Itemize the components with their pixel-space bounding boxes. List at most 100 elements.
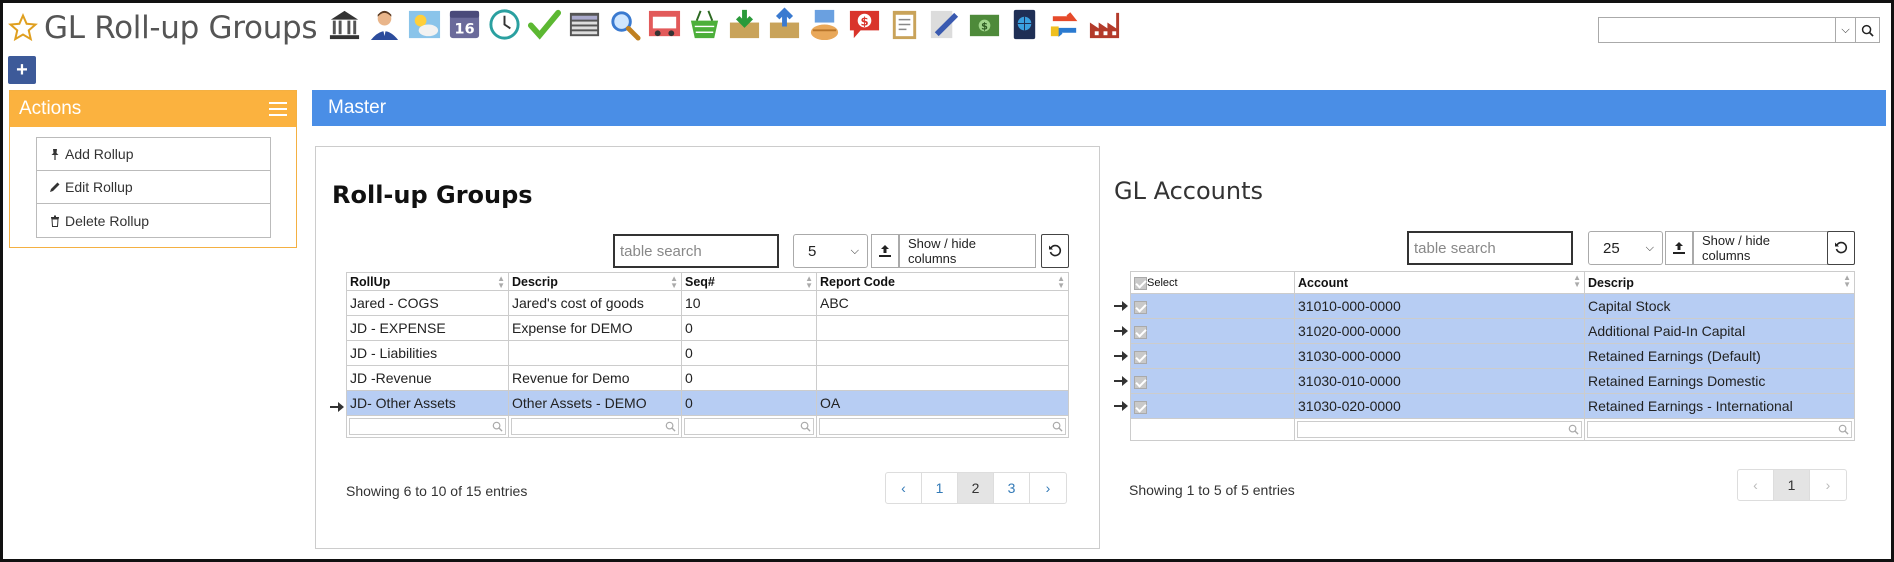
gl-page-size-select[interactable]: 25 ⌵ <box>1588 231 1663 265</box>
cell-account: 31030-020-0000 <box>1294 393 1585 419</box>
table-row[interactable]: 31020-000-0000 Additional Paid-In Capita… <box>1130 318 1855 344</box>
master-title: Master <box>328 97 387 118</box>
pagination-page-1[interactable]: 1 <box>1774 470 1810 500</box>
master-header: Master <box>312 90 1886 126</box>
gl-export-button[interactable] <box>1665 231 1693 265</box>
calendar-day-text: 16 <box>454 20 474 37</box>
checkmark-icon[interactable] <box>526 6 563 43</box>
sort-icon: ▲ ▼ <box>670 274 678 290</box>
table-row[interactable]: JD -Revenue Revenue for Demo 0 <box>346 365 1069 391</box>
gl-show-hide-columns-button[interactable]: Show / hide columns <box>1693 231 1830 265</box>
column-header-rollup[interactable]: RollUp ▲ ▼ <box>346 272 509 291</box>
truck-icon[interactable] <box>646 6 683 43</box>
passport-icon[interactable] <box>1006 6 1043 43</box>
user-icon[interactable] <box>366 6 403 43</box>
row-checkbox[interactable] <box>1134 375 1147 389</box>
search-icon <box>1052 421 1063 432</box>
basket-icon[interactable] <box>686 6 723 43</box>
row-pointer-arrow-icon <box>1114 351 1128 361</box>
pagination-prev[interactable]: ‹ <box>886 473 922 503</box>
pushpin-icon <box>51 149 59 160</box>
select-all-checkbox[interactable] <box>1134 276 1147 290</box>
filter-row <box>346 415 1069 438</box>
rollup-pagination: ‹ 1 2 3 › <box>885 472 1067 504</box>
weather-icon[interactable] <box>406 6 443 43</box>
factory-icon[interactable] <box>1086 6 1123 43</box>
actions-header: Actions <box>10 91 296 127</box>
page-header: GL Roll-up Groups <box>8 6 318 50</box>
filter-row <box>1130 418 1855 441</box>
clock-icon[interactable] <box>486 6 523 43</box>
table-row[interactable]: 31030-020-0000 Retained Earnings - Inter… <box>1130 393 1855 419</box>
column-header-account[interactable]: Account ▲ ▼ <box>1294 271 1585 294</box>
column-header-select[interactable]: Select <box>1130 271 1295 294</box>
delete-rollup-button[interactable]: Delete Rollup <box>37 204 270 237</box>
calendar-icon[interactable]: 16 <box>446 6 483 43</box>
search-icon <box>1861 24 1874 37</box>
rollup-page-size-select[interactable]: 5 ⌵ <box>793 234 868 268</box>
money-icon[interactable]: $ <box>966 6 1003 43</box>
table-row-selected[interactable]: JD- Other Assets Other Assets - DEMO 0 O… <box>346 390 1069 416</box>
cell-seq: 0 <box>681 340 817 366</box>
pagination-next[interactable]: › <box>1810 470 1846 500</box>
exchange-icon[interactable] <box>1046 6 1083 43</box>
bank-icon[interactable] <box>326 6 363 43</box>
filter-input-account[interactable] <box>1297 421 1582 438</box>
pagination-page-2[interactable]: 2 <box>958 473 994 503</box>
row-checkbox[interactable] <box>1134 300 1147 314</box>
global-search-input[interactable] <box>1599 18 1835 42</box>
column-header-seq[interactable]: Seq# ▲ ▼ <box>681 272 817 291</box>
reset-icon <box>1049 244 1062 257</box>
column-header-descrip[interactable]: Descrip ▲ ▼ <box>1584 271 1855 294</box>
pagination-page-1[interactable]: 1 <box>922 473 958 503</box>
rollup-reset-button[interactable] <box>1041 234 1069 268</box>
search-button[interactable] <box>1855 18 1879 42</box>
payment-hand-icon[interactable] <box>806 6 843 43</box>
hamburger-menu-icon[interactable] <box>269 102 287 116</box>
row-checkbox[interactable] <box>1134 400 1147 414</box>
rollup-export-button[interactable] <box>871 234 899 268</box>
clipboard-icon[interactable] <box>886 6 923 43</box>
dollar-chat-icon[interactable]: $ <box>846 6 883 43</box>
column-header-report-code[interactable]: Report Code ▲ ▼ <box>816 272 1069 291</box>
table-row[interactable]: Jared - COGS Jared's cost of goods 10 AB… <box>346 290 1069 316</box>
page-title: GL Roll-up Groups <box>44 10 318 46</box>
row-checkbox[interactable] <box>1134 325 1147 339</box>
pagination-prev[interactable]: ‹ <box>1738 470 1774 500</box>
pencil-doc-icon[interactable] <box>926 6 963 43</box>
table-row[interactable]: 31030-000-0000 Retained Earnings (Defaul… <box>1130 343 1855 369</box>
table-row[interactable]: JD - EXPENSE Expense for DEMO 0 <box>346 315 1069 341</box>
pagination-page-3[interactable]: 3 <box>994 473 1030 503</box>
search-dropdown-chevron-icon[interactable]: ⌵ <box>1835 18 1855 42</box>
gl-table-search[interactable] <box>1407 231 1573 265</box>
actions-panel: Actions Add Rollup Edit Rollup Delete Ro… <box>9 90 297 248</box>
filter-input-rollup[interactable] <box>349 418 506 435</box>
rollup-show-hide-columns-button[interactable]: Show / hide columns <box>899 234 1036 268</box>
gl-pagination: ‹ 1 › <box>1737 469 1847 501</box>
filter-input-seq[interactable] <box>684 418 814 435</box>
table-row[interactable]: 31030-010-0000 Retained Earnings Domesti… <box>1130 368 1855 394</box>
rollup-table-header: RollUp ▲ ▼ Descrip ▲ ▼ Seq# ▲ ▼ Report Code ▲ ▼ <box>346 272 1069 291</box>
magnifier-icon[interactable] <box>606 6 643 43</box>
filter-input-descrip[interactable] <box>511 418 679 435</box>
favorite-star-icon[interactable] <box>8 13 38 43</box>
edit-rollup-button[interactable]: Edit Rollup <box>37 171 270 204</box>
table-row[interactable]: 31010-000-0000 Capital Stock <box>1130 293 1855 319</box>
table-row[interactable]: JD - Liabilities 0 <box>346 340 1069 366</box>
rollup-table-search[interactable] <box>613 234 779 268</box>
add-button[interactable]: + <box>8 56 36 84</box>
upload-icon <box>879 245 891 257</box>
cell-report-code <box>816 340 1069 366</box>
cell-descrip: Expense for DEMO <box>508 315 682 341</box>
download-box-icon[interactable] <box>726 6 763 43</box>
pagination-next[interactable]: › <box>1030 473 1066 503</box>
column-header-descrip[interactable]: Descrip ▲ ▼ <box>508 272 682 291</box>
upload-box-icon[interactable] <box>766 6 803 43</box>
keyboard-icon[interactable] <box>566 6 603 43</box>
gl-reset-button[interactable] <box>1827 231 1855 265</box>
filter-input-report-code[interactable] <box>819 418 1066 435</box>
row-checkbox[interactable] <box>1134 350 1147 364</box>
filter-input-descrip[interactable] <box>1587 421 1852 438</box>
gl-accounts-title: GL Accounts <box>1114 177 1264 205</box>
add-rollup-button[interactable]: Add Rollup <box>37 138 270 171</box>
